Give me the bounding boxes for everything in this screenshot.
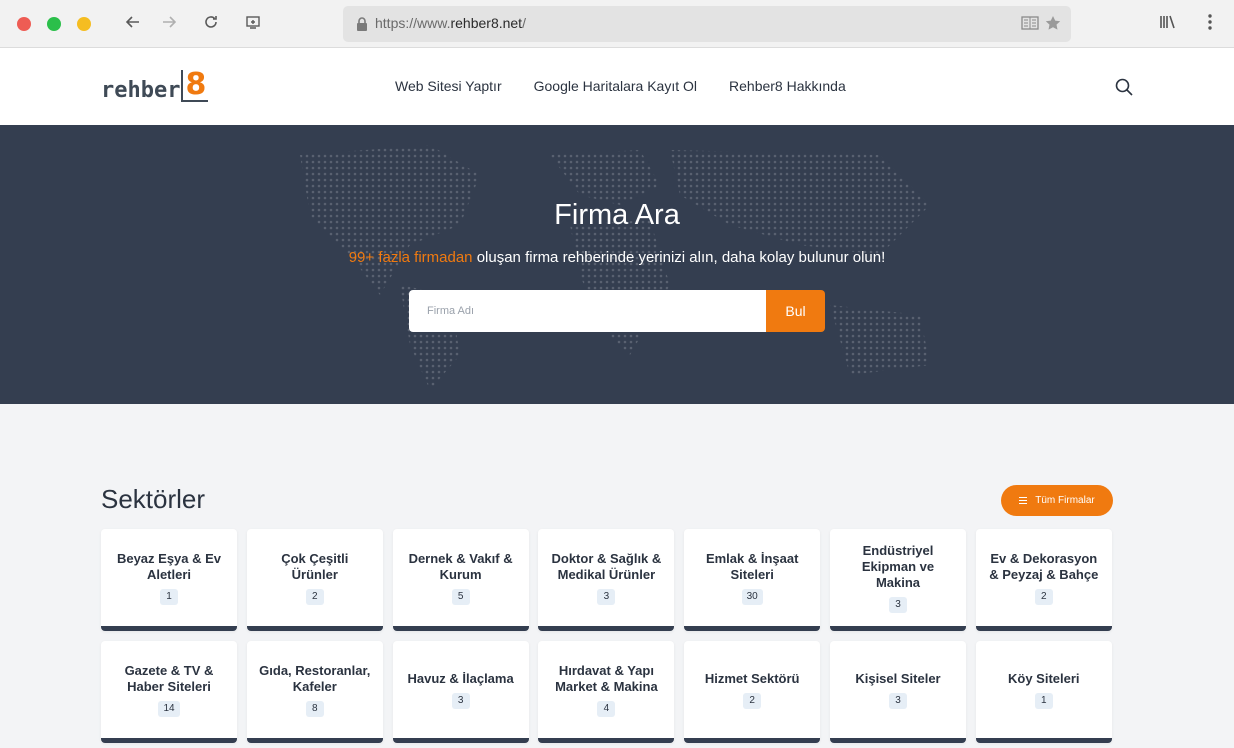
reload-icon[interactable]	[201, 14, 221, 34]
sector-card[interactable]: Çok Çeşitli Ürünler 2	[246, 529, 383, 631]
sector-card[interactable]: Endüstriyel Ekipman ve Makina 3	[829, 529, 966, 631]
sector-name: Ev & Dekorasyon & Peyzaj & Bahçe	[989, 550, 1099, 582]
hero-subtitle: 99+ fazla firmadan oluşan firma rehberin…	[0, 249, 1234, 266]
sector-card[interactable]: Doktor & Sağlık & Medikal Ürünler 3	[538, 529, 675, 631]
nav-link-hakkinda[interactable]: Rehber8 Hakkında	[729, 78, 846, 94]
sector-count-badge: 2	[1034, 588, 1053, 605]
address-bar[interactable]: https://www.rehber8.net/	[343, 6, 1071, 42]
window-minimize-button[interactable]	[77, 17, 91, 31]
sector-name: Havuz & İlaçlama	[407, 670, 514, 686]
window-close-button[interactable]	[17, 17, 31, 31]
sector-count-badge: 14	[158, 700, 180, 717]
sector-card[interactable]: Ev & Dekorasyon & Peyzaj & Bahçe 2	[975, 529, 1112, 631]
sector-count-badge: 3	[888, 692, 907, 709]
sector-grid: Beyaz Eşya & Ev Aletleri 1 Çok Çeşitli Ürü…	[101, 529, 1112, 743]
sector-name: Doktor & Sağlık & Medikal Ürünler	[551, 550, 662, 582]
back-arrow-icon[interactable]	[123, 14, 143, 34]
browser-toolbar: https://www.rehber8.net/	[0, 0, 1234, 48]
bookmark-star-icon[interactable]	[1045, 15, 1061, 36]
sector-card[interactable]: Emlak & İnşaat Siteleri 30	[684, 529, 821, 631]
nav-link-web-sitesi[interactable]: Web Sitesi Yaptır	[395, 78, 502, 94]
main-nav: Web Sitesi Yaptır Google Haritalara Kayı…	[395, 78, 846, 94]
library-icon[interactable]	[1159, 13, 1177, 36]
sector-card[interactable]: Havuz & İlaçlama 3	[392, 641, 529, 743]
hero-section: Firma Ara 99+ fazla firmadan oluşan firm…	[0, 125, 1234, 404]
sector-name: Köy Siteleri	[1008, 670, 1080, 686]
reader-view-icon[interactable]	[1021, 15, 1039, 36]
company-search-input[interactable]	[409, 290, 766, 332]
menu-kebab-icon[interactable]	[1202, 13, 1218, 36]
sector-count-badge: 1	[1034, 692, 1053, 709]
site-logo[interactable]: rehber 8	[101, 70, 209, 103]
list-icon	[1019, 497, 1028, 504]
search-icon[interactable]	[1114, 77, 1134, 97]
sector-card[interactable]: Köy Siteleri 1	[975, 641, 1112, 743]
sector-count-badge: 8	[305, 700, 324, 717]
sector-count-badge: 5	[451, 588, 470, 605]
forward-arrow-icon[interactable]	[159, 14, 179, 34]
sector-card[interactable]: Hırdavat & Yapı Market & Makina 4	[538, 641, 675, 743]
sector-name: Beyaz Eşya & Ev Aletleri	[116, 550, 222, 582]
sector-card[interactable]: Gıda, Restoranlar, Kafeler 8	[246, 641, 383, 743]
sectors-heading: Sektörler	[101, 484, 206, 514]
sector-count-badge: 2	[305, 588, 324, 605]
sector-count-badge: 30	[741, 588, 763, 605]
sector-name: Hırdavat & Yapı Market & Makina	[555, 662, 658, 694]
sector-count-badge: 3	[888, 596, 907, 613]
sector-name: Hizmet Sektörü	[704, 670, 800, 686]
sector-name: Çok Çeşitli Ürünler	[281, 550, 349, 582]
hero-subtitle-accent[interactable]: 99+ fazla firmadan	[349, 249, 473, 266]
nav-link-google-haritalar[interactable]: Google Haritalara Kayıt Ol	[534, 78, 697, 94]
sector-name: Gazete & TV & Haber Siteleri	[124, 662, 214, 694]
site-header: rehber 8 Web Sitesi Yaptır Google Harita…	[0, 48, 1234, 125]
search-submit-button[interactable]: Bul	[766, 290, 825, 332]
sector-name: Kişisel Siteler	[855, 670, 941, 686]
hero-subtitle-text: oluşan firma rehberinde yerinizi alın, d…	[472, 249, 886, 266]
all-companies-button[interactable]: Tüm Firmalar	[1001, 485, 1113, 516]
window-maximize-button[interactable]	[47, 17, 61, 31]
sector-count-badge: 2	[743, 692, 762, 709]
sector-card[interactable]: Kişisel Siteler 3	[829, 641, 966, 743]
screenshot-icon[interactable]	[243, 14, 263, 34]
sector-count-badge: 1	[160, 588, 178, 605]
company-search-form: Bul	[409, 290, 825, 332]
sector-card[interactable]: Dernek & Vakıf & Kurum 5	[392, 529, 529, 631]
sector-name: Endüstriyel Ekipman ve Makina	[861, 542, 935, 590]
sector-count-badge: 3	[597, 588, 616, 605]
url-text: https://www.rehber8.net/	[375, 15, 526, 31]
sector-name: Gıda, Restoranlar, Kafeler	[259, 662, 371, 694]
sector-name: Emlak & İnşaat Siteleri	[705, 550, 799, 582]
sector-count-badge: 4	[597, 700, 616, 717]
logo-text: rehber	[101, 78, 181, 103]
hero-title: Firma Ara	[554, 199, 680, 231]
all-companies-label: Tüm Firmalar	[1035, 495, 1095, 506]
sector-card[interactable]: Beyaz Eşya & Ev Aletleri 1	[101, 529, 237, 631]
sector-card[interactable]: Hizmet Sektörü 2	[684, 641, 821, 743]
sector-count-badge: 3	[451, 692, 470, 709]
sector-name: Dernek & Vakıf & Kurum	[408, 550, 513, 582]
sector-card[interactable]: Gazete & TV & Haber Siteleri 14	[101, 641, 237, 743]
lock-icon	[355, 16, 369, 32]
logo-number: 8	[181, 70, 209, 102]
